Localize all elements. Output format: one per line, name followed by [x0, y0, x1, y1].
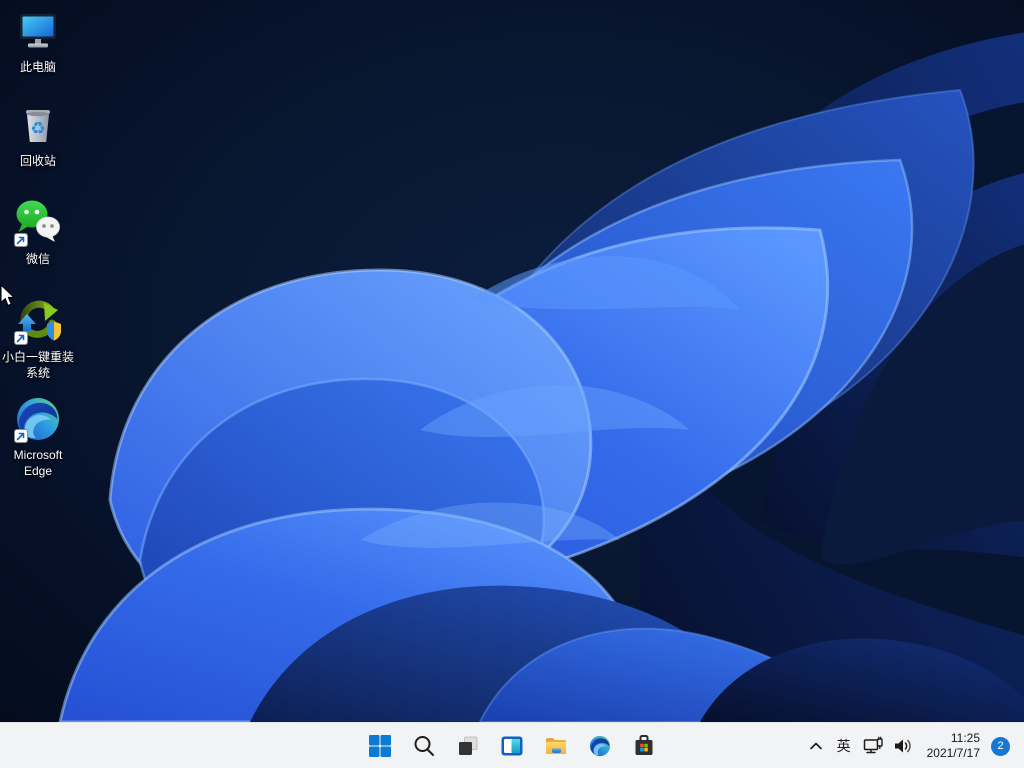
- icon-label: 此电脑: [19, 60, 56, 74]
- widgets-button[interactable]: [492, 726, 532, 766]
- wechat-icon: [13, 198, 63, 248]
- edge-taskbar-button[interactable]: [580, 726, 620, 766]
- taskbar-clock[interactable]: 11:25 2021/7/17: [923, 729, 984, 763]
- desktop-icon-recycle-bin[interactable]: ♻ 回收站: [0, 100, 76, 169]
- shortcut-arrow-icon: [14, 331, 28, 345]
- icon-label: 回收站: [19, 154, 56, 168]
- icon-label: Microsoft Edge: [13, 448, 63, 479]
- start-button[interactable]: [360, 726, 400, 766]
- icon-label: 小白一键重装系统: [1, 350, 74, 381]
- desktop-icon-microsoft-edge[interactable]: Microsoft Edge: [0, 394, 76, 479]
- edge-icon: [13, 394, 63, 444]
- recycle-bin-icon: ♻: [13, 100, 63, 150]
- svg-text:♻: ♻: [30, 119, 45, 139]
- notification-count-badge[interactable]: 2: [991, 736, 1010, 756]
- volume-icon: [894, 739, 911, 753]
- search-button[interactable]: [404, 726, 444, 766]
- desktop-icon-wechat[interactable]: 微信: [0, 198, 76, 267]
- wallpaper-bloom: [0, 0, 1024, 722]
- this-pc-icon: [13, 6, 63, 56]
- network-tray-button[interactable]: [859, 728, 887, 764]
- ime-label: 英: [836, 738, 851, 754]
- overlapping-squares-icon: [459, 736, 478, 755]
- edge-swirl-icon: [589, 735, 611, 757]
- system-tray: 英 11:25 2021/7/17 2: [803, 723, 1024, 768]
- desktop-icon-xiaobai-reinstall[interactable]: 小白一键重装系统: [0, 296, 76, 381]
- magnifier-icon: [414, 736, 434, 756]
- network-icon: [863, 736, 883, 754]
- taskbar-center-buttons: [360, 723, 664, 768]
- hidden-icons-chevron-button[interactable]: [803, 728, 829, 764]
- widgets-panel-icon: [501, 736, 523, 756]
- clock-time: 11:25: [950, 731, 980, 745]
- icon-label: 微信: [25, 252, 50, 266]
- chevron-up-icon: [809, 742, 822, 750]
- shortcut-arrow-icon: [14, 429, 28, 443]
- taskbar: 英 11:25 2021/7/17 2: [0, 722, 1024, 768]
- file-explorer-button[interactable]: [536, 726, 576, 766]
- xiaobai-reinstall-icon: [13, 296, 63, 346]
- microsoft-store-button[interactable]: [624, 726, 664, 766]
- clock-date: 2021/7/17: [926, 746, 980, 760]
- notification-count: 2: [997, 740, 1004, 752]
- shortcut-arrow-icon: [14, 233, 28, 247]
- folder-icon: [546, 738, 566, 754]
- ime-indicator[interactable]: 英: [831, 728, 857, 764]
- windows-logo-icon: [369, 735, 391, 757]
- shopping-bag-icon: [635, 735, 653, 755]
- volume-tray-button[interactable]: [889, 728, 917, 764]
- desktop-surface[interactable]: 此电脑 ♻ 回收站 微信 小白一键重装系统 Microsoft Edge 英 1…: [0, 0, 1024, 768]
- desktop-icon-this-pc[interactable]: 此电脑: [0, 6, 76, 75]
- task-view-button[interactable]: [448, 726, 488, 766]
